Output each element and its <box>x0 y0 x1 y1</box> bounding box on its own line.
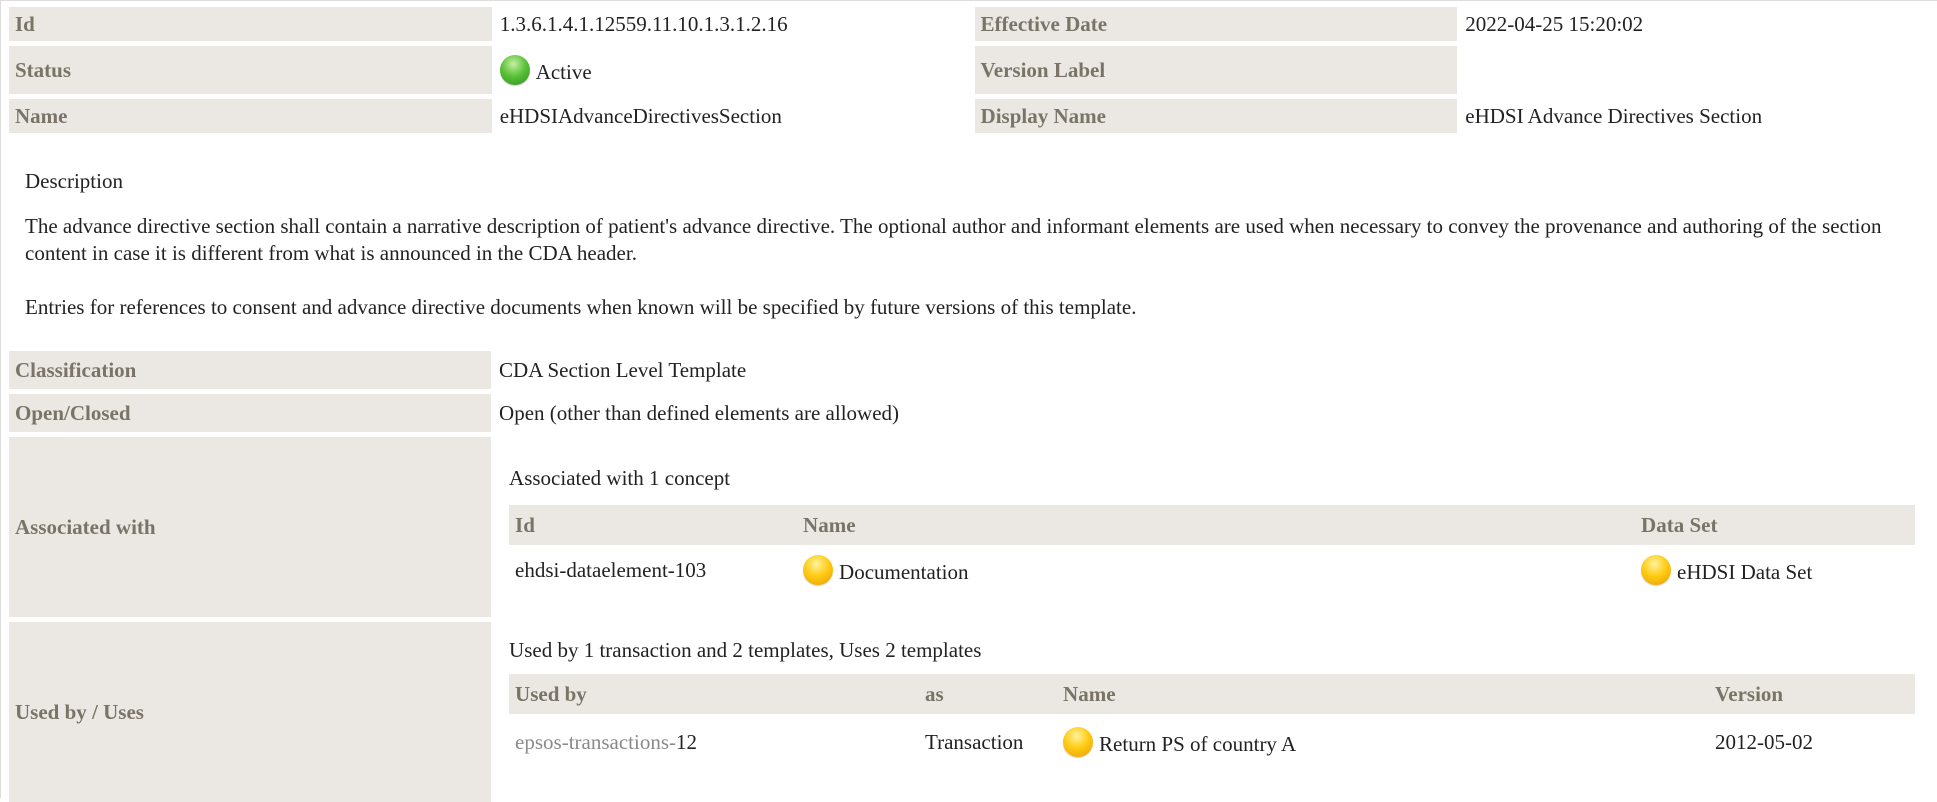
yellow-status-orb-icon <box>803 555 834 585</box>
effective-date-label: Effective Date <box>974 7 1458 41</box>
associated-header-row: Id Name Data Set <box>509 505 1916 545</box>
display-name-value: eHDSI Advance Directives Section <box>1465 103 1763 128</box>
associated-row: Associated with Associated with 1 concep… <box>9 437 1937 617</box>
status-value-cell: Active <box>492 46 975 94</box>
used-by-col-name: Name <box>1057 674 1710 714</box>
classification-label: Classification <box>9 351 492 389</box>
classification-value: CDA Section Level Template <box>499 357 747 382</box>
meta-row-status: Status Active Version Label <box>9 46 1937 94</box>
used-by-header-row: Used by as Name Version <box>509 674 1916 714</box>
properties-table: Classification CDA Section Level Templat… <box>9 351 1937 802</box>
used-by-col-as: as <box>919 674 1058 714</box>
used-by-col-used-by: Used by <box>509 674 920 714</box>
description-paragraph-1: The advance directive section shall cont… <box>25 214 1882 265</box>
associated-label: Associated with <box>9 437 492 617</box>
description-paragraph-2: Entries for references to consent and ad… <box>25 295 1137 319</box>
used-by-summary: Used by 1 transaction and 2 templates, U… <box>509 638 982 662</box>
yellow-status-orb-icon <box>1641 555 1672 585</box>
id-value: 1.3.6.1.4.1.12559.11.10.1.3.1.2.16 <box>499 11 788 36</box>
concept-dataset[interactable]: eHDSI Data Set <box>1677 560 1812 584</box>
used-by-version: 2012-05-02 <box>1715 729 1814 754</box>
used-by-name-cell[interactable]: Return PS of country A <box>1057 714 1709 770</box>
classification-row: Classification CDA Section Level Templat… <box>9 351 1937 389</box>
associated-concepts-table: Id Name Data Set ehdsi-dataelement-103 D… <box>509 505 1916 595</box>
associated-cell: Associated with 1 concept Id Name Data S… <box>491 437 1937 617</box>
concept-name[interactable]: Documentation <box>839 560 968 584</box>
associated-col-name: Name <box>797 505 1636 545</box>
description-heading: Description <box>25 169 123 193</box>
display-name-label: Display Name <box>974 99 1458 133</box>
used-by-col-version: Version <box>1709 674 1916 714</box>
used-by-link[interactable]: epsos-transactions-12 <box>509 714 919 770</box>
name-label: Name <box>9 99 492 133</box>
meta-row-name: Name eHDSIAdvanceDirectivesSection Displ… <box>9 99 1937 133</box>
associated-col-dataset: Data Set <box>1635 505 1916 545</box>
meta-row-id: Id 1.3.6.1.4.1.12559.11.10.1.3.1.2.16 Ef… <box>9 7 1937 41</box>
used-by-row: Used by / Uses Used by 1 transaction and… <box>9 622 1937 802</box>
template-meta-table: Id 1.3.6.1.4.1.12559.11.10.1.3.1.2.16 Ef… <box>9 7 1937 133</box>
id-label: Id <box>9 7 492 41</box>
table-row: epsos-transactions-12 Transaction Return… <box>509 714 1915 770</box>
used-by-prefix[interactable]: epsos-transactions- <box>515 730 676 754</box>
concept-dataset-cell[interactable]: eHDSI Data Set <box>1635 545 1915 595</box>
associated-col-id: Id <box>509 505 798 545</box>
used-by-table: Used by as Name Version epsos-transactio… <box>509 674 1916 770</box>
yellow-status-orb-icon <box>1063 727 1094 757</box>
concept-name-cell[interactable]: Documentation <box>797 545 1635 595</box>
associated-summary: Associated with 1 concept <box>509 466 731 490</box>
used-by-as: Transaction <box>925 729 1024 754</box>
open-closed-value: Open (other than defined elements are al… <box>499 400 900 425</box>
name-value: eHDSIAdvanceDirectivesSection <box>499 103 782 128</box>
green-status-orb-icon <box>499 55 530 85</box>
status-label: Status <box>9 46 492 94</box>
used-by-suffix[interactable]: 12 <box>676 730 697 754</box>
used-by-name[interactable]: Return PS of country A <box>1099 732 1296 756</box>
template-detail-page: Id 1.3.6.1.4.1.12559.11.10.1.3.1.2.16 Ef… <box>0 0 1937 802</box>
status-value: Active <box>535 60 592 84</box>
open-closed-row: Open/Closed Open (other than defined ele… <box>9 394 1937 432</box>
version-label-value <box>1457 46 1937 94</box>
open-closed-label: Open/Closed <box>9 394 492 432</box>
version-label-label: Version Label <box>974 46 1458 94</box>
description-block: The advance directive section shall cont… <box>25 213 1915 321</box>
used-by-cell: Used by 1 transaction and 2 templates, U… <box>491 622 1937 802</box>
effective-date-value: 2022-04-25 15:20:02 <box>1465 11 1644 36</box>
concept-id: ehdsi-dataelement-103 <box>515 557 707 582</box>
table-row: ehdsi-dataelement-103 Documentation eHDS… <box>509 545 1915 595</box>
used-by-label: Used by / Uses <box>9 622 492 802</box>
